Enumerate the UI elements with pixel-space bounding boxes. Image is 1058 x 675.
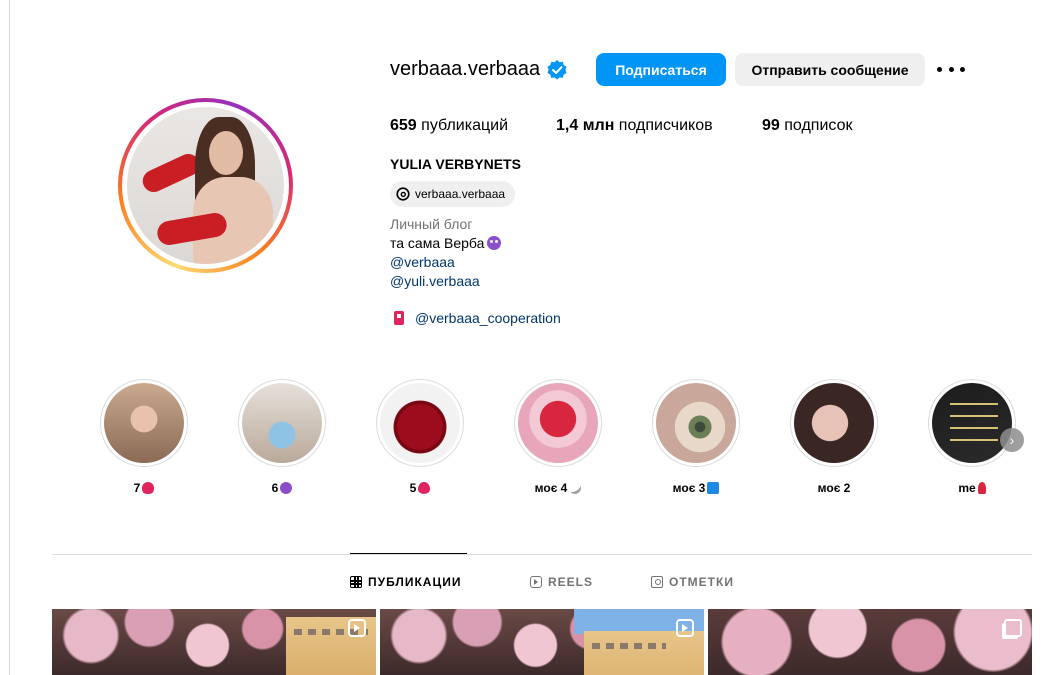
highlight-cover (380, 383, 460, 463)
highlight-item[interactable]: 5 (376, 379, 464, 495)
reel-icon (676, 619, 694, 637)
verified-badge-icon (547, 60, 567, 80)
cube-emoji-icon (707, 482, 720, 494)
following-count[interactable]: 99 подписок (762, 117, 852, 135)
heart-emoji-icon (418, 482, 431, 494)
plane-emoji-icon (567, 479, 584, 497)
reels-icon (530, 576, 542, 588)
bio-mention-yuli[interactable]: @yuli.verbaaa (390, 273, 480, 289)
highlight-label: 6 (238, 481, 326, 495)
highlights-next-arrow-icon[interactable]: › (1000, 428, 1024, 452)
tagged-icon (651, 576, 663, 588)
lips-emoji-icon (142, 482, 155, 494)
send-message-button[interactable]: Отправить сообщение (735, 53, 925, 86)
devil-emoji-icon (487, 236, 502, 250)
threads-icon (396, 187, 410, 201)
tab-posts[interactable]: ПУБЛИКАЦИИ (350, 575, 461, 589)
reel-icon (348, 619, 366, 637)
highlight-item[interactable]: 7 (100, 379, 188, 495)
post-thumbnail[interactable] (380, 609, 704, 675)
post-thumbnail[interactable] (708, 609, 1032, 675)
highlight-item[interactable]: моє 2 (790, 379, 878, 495)
highlight-cover (518, 383, 598, 463)
followers-count[interactable]: 1,4 млн подписчиков (556, 117, 713, 135)
highlight-cover (794, 383, 874, 463)
highlight-label: 5 (376, 481, 464, 495)
tab-tagged[interactable]: ОТМЕТКИ (651, 575, 734, 589)
bio-mention-verbaaa[interactable]: @verbaaa (390, 254, 455, 270)
profile-avatar[interactable] (118, 98, 293, 273)
threads-handle: verbaaa.verbaaa (415, 187, 506, 201)
highlight-cover (104, 383, 184, 463)
bio-cooperation[interactable]: @verbaaa_cooperation (394, 310, 561, 326)
active-tab-indicator (350, 553, 467, 554)
tab-reels[interactable]: REELS (530, 575, 593, 589)
avatar-photo (127, 107, 284, 264)
highlight-label: me (928, 481, 1016, 495)
highlight-label: моє 3 (652, 481, 740, 495)
grid-icon (350, 576, 362, 588)
carousel-icon (1004, 619, 1022, 637)
highlight-label: 7 (100, 481, 188, 495)
highlight-label: моє 2 (817, 481, 851, 495)
rose-emoji-icon (977, 482, 986, 494)
profile-username: verbaaa.verbaaa (390, 58, 541, 80)
highlight-label: моє 4 (514, 479, 602, 497)
left-divider (9, 0, 10, 675)
highlight-cover (242, 383, 322, 463)
highlight-cover (656, 383, 736, 463)
bio-line: та сама Верба (390, 235, 502, 251)
highlight-item[interactable]: моє 4 (514, 379, 602, 497)
follow-button[interactable]: Подписаться (596, 53, 726, 86)
threads-link[interactable]: verbaaa.verbaaa (390, 181, 516, 207)
posts-count: 659 публикаций (390, 117, 508, 134)
bio-category: Личный блог (390, 216, 473, 232)
highlight-cover (932, 383, 1012, 463)
more-options-icon[interactable] (937, 58, 965, 80)
profile-full-name: YULIA VERBYNETS (390, 156, 521, 172)
tabs-divider (52, 554, 1032, 555)
highlight-item[interactable]: 6 (238, 379, 326, 495)
devil-emoji-icon (280, 482, 293, 494)
post-thumbnail[interactable] (52, 609, 376, 675)
postbox-icon (394, 311, 404, 325)
highlight-item[interactable]: моє 3 (652, 379, 740, 495)
